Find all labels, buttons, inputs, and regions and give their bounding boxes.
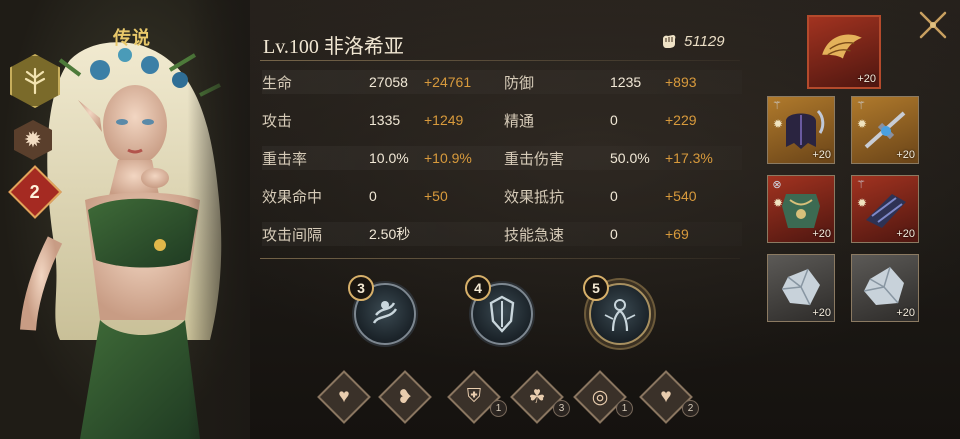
star-mark-icon: ✹ [772, 196, 784, 210]
swirl-icon: ◎ [591, 386, 609, 408]
combat-power: 51129 [660, 32, 725, 50]
stat-base-value: 0 [610, 226, 618, 242]
stat-base-value: 50.0% [610, 150, 650, 166]
triple-orb-icon: ☘ [528, 386, 546, 408]
stat-bonus-value: +893 [665, 74, 697, 90]
stat-base-value: 0 [610, 112, 618, 128]
skill-level-badge: 4 [465, 275, 491, 301]
stat-base-value: 10.0% [369, 150, 409, 166]
tree-class-icon [24, 67, 46, 95]
trident-icon: ⚚ [856, 100, 866, 112]
stat-label: 技能急速 [504, 226, 565, 244]
stat-base-value: 2.50秒 [369, 226, 411, 242]
combat-power-value: 51129 [684, 32, 725, 50]
crossed-circle-icon: ⊗ [772, 179, 782, 191]
stat-row: 攻击间隔 2.50秒 技能急速 0 +69 [262, 222, 742, 246]
equip-level: +20 [896, 149, 915, 161]
stat-bonus-value: +540 [665, 188, 697, 204]
equip-level: +20 [812, 307, 831, 319]
star-rank-value: 2 [29, 181, 41, 202]
shield-icon: ⛨ [466, 386, 482, 407]
stat-label: 重击率 [262, 150, 308, 168]
trident-icon: ⚚ [856, 179, 866, 191]
stat-row: 效果命中 0 +50 效果抵抗 0 +540 [262, 184, 742, 208]
rune-count-badge: 1 [490, 400, 507, 417]
equip-weapon[interactable]: ⚚ ✹ +20 [851, 96, 919, 164]
stat-bonus-value: +69 [665, 226, 689, 242]
equip-level: +20 [896, 228, 915, 240]
trident-icon: ⚚ [772, 100, 782, 112]
rune-count-badge: 2 [682, 400, 699, 417]
stat-base-value: 1335 [369, 112, 401, 128]
heart-plus-icon: ♥ [660, 386, 672, 407]
stat-row: 生命 27058 +24761 防御 1235 +893 [262, 70, 742, 94]
equip-level: +20 [896, 307, 915, 319]
equip-gem-1[interactable]: +20 [767, 254, 835, 322]
rune-slot[interactable]: ◎ [573, 370, 627, 424]
stat-label: 生命 [262, 74, 293, 92]
equip-armor[interactable]: ⊗ ✹ +20 [767, 175, 835, 243]
equip-helmet[interactable]: ⚚ ✹ +20 [767, 96, 835, 164]
equip-level: +20 [812, 228, 831, 240]
header-divider [260, 60, 740, 61]
equip-gem-2[interactable]: +20 [851, 254, 919, 322]
stats-divider [260, 258, 740, 259]
stat-label: 精通 [504, 112, 535, 130]
equip-level: +20 [857, 73, 876, 85]
stat-label: 重击伤害 [504, 150, 565, 168]
stat-label: 防御 [504, 74, 535, 92]
star-element-icon: ✹ [23, 127, 43, 152]
rune-slot[interactable]: ♥ [639, 370, 693, 424]
heart-heal-icon: ❥ [397, 386, 413, 408]
rune-count-badge: 3 [553, 400, 570, 417]
equip-level: +20 [812, 149, 831, 161]
star-mark-icon: ✹ [856, 117, 868, 131]
rune-slot[interactable]: ❥ [378, 370, 432, 424]
stat-bonus-value: +17.3% [665, 150, 713, 166]
skill-level-badge: 3 [348, 275, 374, 301]
hero-detail-panel: 传说 ✹ 2 Lv.100 非洛希亚 51129 生命 27058 +24761 防御… [0, 0, 960, 439]
equip-gloves[interactable]: ⚚ ✹ +20 [851, 175, 919, 243]
equip-artifact[interactable]: +20 [807, 15, 881, 89]
hero-level-name: Lv.100 非洛希亚 [263, 36, 404, 58]
stat-base-value: 27058 [369, 74, 408, 90]
rune-slot[interactable]: ⛨ [447, 370, 501, 424]
stat-row: 重击率 10.0% +10.9% 重击伤害 50.0% +17.3% [262, 146, 742, 170]
close-icon[interactable] [916, 8, 950, 42]
stat-label: 效果命中 [262, 188, 323, 206]
fist-icon [663, 35, 676, 48]
star-mark-icon: ✹ [856, 196, 868, 210]
skill-level-badge: 5 [583, 275, 609, 301]
stat-row: 攻击 1335 +1249 精通 0 +229 [262, 108, 742, 132]
stat-bonus-value: +1249 [424, 112, 464, 128]
rune-slot[interactable]: ☘ [510, 370, 564, 424]
stat-label: 效果抵抗 [504, 188, 565, 206]
stat-bonus-value: +229 [665, 112, 697, 128]
stat-bonus-value: +10.9% [424, 150, 472, 166]
rune-count-badge: 1 [616, 400, 633, 417]
rarity-label: 传说 [113, 28, 151, 48]
stat-base-value: 0 [610, 188, 618, 204]
stat-label: 攻击 [262, 112, 293, 130]
stat-bonus-value: +50 [424, 188, 448, 204]
stat-bonus-value: +24761 [424, 74, 472, 90]
star-mark-icon: ✹ [772, 117, 784, 131]
skill-1[interactable]: 3 [348, 275, 416, 345]
rune-slot[interactable]: ♥ [317, 370, 371, 424]
skill-ultimate[interactable]: 5 [583, 275, 651, 345]
heart-icon: ♥ [338, 386, 350, 407]
skill-2[interactable]: 4 [465, 275, 533, 345]
stat-label: 攻击间隔 [262, 226, 323, 244]
stat-base-value: 0 [369, 188, 377, 204]
stat-base-value: 1235 [610, 74, 642, 90]
